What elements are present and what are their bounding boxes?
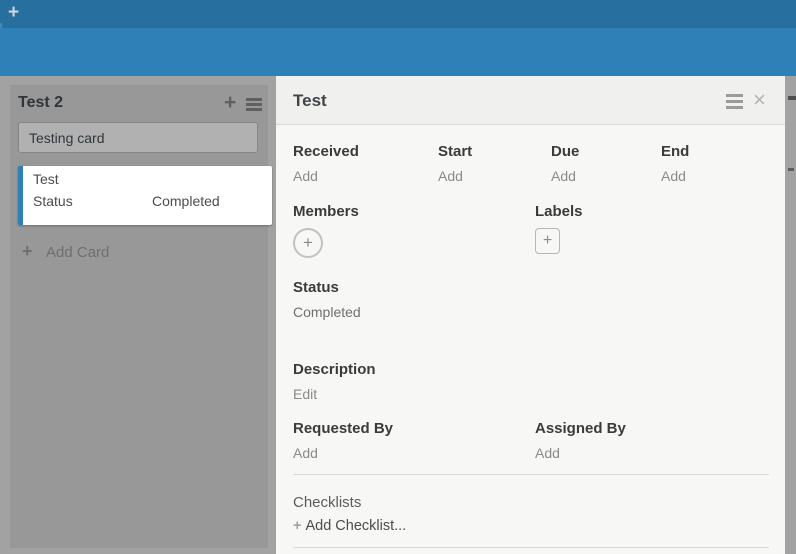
- list-add-card-icon[interactable]: +: [224, 91, 236, 115]
- assigned-by-label: Assigned By: [535, 420, 626, 437]
- status-value: Completed: [293, 304, 361, 320]
- card-menu-icon[interactable]: [726, 94, 743, 109]
- checklists-label: Checklists: [293, 494, 361, 511]
- add-member-button[interactable]: +: [293, 228, 323, 258]
- start-date-add-button[interactable]: Add: [438, 168, 463, 184]
- members-label: Members: [293, 203, 359, 220]
- add-card-plus-icon[interactable]: +: [22, 241, 33, 262]
- board-header-bar: [0, 28, 796, 76]
- minicard-field-label: Status: [33, 193, 73, 209]
- next-card-edge-mark: [788, 168, 794, 171]
- requested-by-add-button[interactable]: Add: [293, 445, 318, 461]
- received-date-add-button[interactable]: Add: [293, 168, 318, 184]
- next-list-edge-mark: [788, 96, 796, 100]
- divider: [293, 474, 769, 475]
- received-date-label: Received: [293, 143, 359, 160]
- status-label: Status: [293, 279, 339, 296]
- add-board-icon[interactable]: +: [8, 2, 19, 24]
- list-test2: [10, 85, 268, 548]
- add-label-button[interactable]: +: [535, 228, 560, 254]
- minicard-field-value: Completed: [152, 193, 220, 209]
- end-date-add-button[interactable]: Add: [661, 168, 686, 184]
- close-icon[interactable]: ×: [753, 87, 766, 113]
- description-edit-button[interactable]: Edit: [293, 386, 317, 402]
- card-detail-title: Test: [293, 91, 327, 111]
- add-checklist-label: Add Checklist...: [305, 518, 406, 534]
- divider: [293, 547, 769, 548]
- add-card-button[interactable]: Add Card: [46, 244, 109, 261]
- due-date-label: Due: [551, 143, 579, 160]
- card-detail-header: [276, 76, 785, 125]
- list-title: Test 2: [18, 94, 63, 112]
- description-label: Description: [293, 361, 376, 378]
- end-date-label: End: [661, 143, 689, 160]
- card-composer-input[interactable]: [18, 122, 258, 153]
- app-navbar: [0, 0, 796, 28]
- assigned-by-add-button[interactable]: Add: [535, 445, 560, 461]
- add-checklist-button[interactable]: +Add Checklist...: [293, 518, 406, 534]
- list-menu-icon[interactable]: [246, 98, 262, 111]
- add-checklist-plus-icon: +: [293, 518, 301, 534]
- labels-label: Labels: [535, 203, 583, 220]
- start-date-label: Start: [438, 143, 472, 160]
- due-date-add-button[interactable]: Add: [551, 168, 576, 184]
- requested-by-label: Requested By: [293, 420, 393, 437]
- minicard-title: Test: [33, 171, 59, 187]
